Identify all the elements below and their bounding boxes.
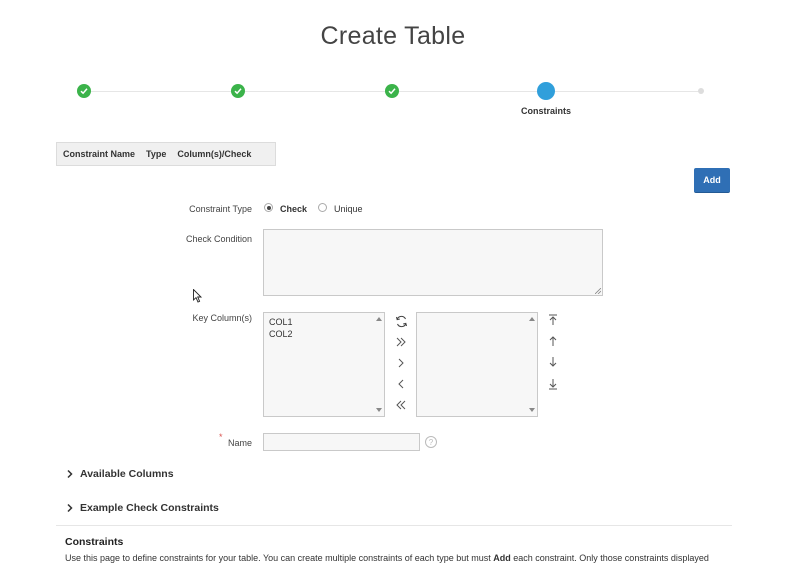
column-header-constraint-name[interactable]: Constraint Name (63, 149, 135, 159)
scroll-down-icon[interactable] (529, 408, 535, 412)
wizard-current-step-label: Constraints (520, 106, 571, 116)
wizard-step-pending (698, 88, 704, 94)
check-condition-textarea[interactable] (263, 229, 603, 296)
wizard-step-2-complete-icon (231, 84, 245, 98)
mouse-cursor-icon (193, 289, 203, 303)
move-left-icon[interactable] (393, 376, 409, 392)
move-all-right-icon[interactable] (393, 334, 409, 350)
available-columns-region-title: Available Columns (80, 468, 174, 480)
reset-icon[interactable] (393, 313, 409, 329)
divider (56, 525, 732, 526)
column-header-columns-check[interactable]: Column(s)/Check (177, 149, 251, 159)
listbox-scrollbar[interactable] (527, 313, 537, 416)
key-columns-label: Key Column(s) (192, 313, 252, 323)
available-columns-region-toggle[interactable]: Available Columns (65, 468, 174, 480)
move-down-icon[interactable] (545, 354, 561, 370)
help-section-title: Constraints (65, 536, 124, 548)
scroll-up-icon[interactable] (529, 317, 535, 321)
constraint-type-unique-radio[interactable] (318, 203, 327, 212)
wizard-step-current (537, 82, 555, 100)
constraints-report-header: Constraint Name Type Column(s)/Check (56, 142, 276, 166)
wizard-step-1-complete-icon (77, 84, 91, 98)
help-text-bold: Add (493, 553, 511, 563)
constraint-type-unique-label[interactable]: Unique (334, 204, 363, 214)
wizard-step-3-complete-icon (385, 84, 399, 98)
page-title: Create Table (320, 22, 466, 50)
selected-columns-listbox[interactable] (416, 312, 538, 417)
example-check-constraints-region-toggle[interactable]: Example Check Constraints (65, 502, 219, 514)
help-icon[interactable]: ? (425, 436, 437, 448)
move-bottom-icon[interactable] (545, 376, 561, 392)
name-input[interactable] (263, 433, 420, 451)
constraint-type-check-label[interactable]: Check (280, 204, 307, 214)
column-header-type[interactable]: Type (146, 149, 166, 159)
help-text-part: each constraint. Only those constraints … (510, 553, 709, 563)
scroll-up-icon[interactable] (376, 317, 382, 321)
chevron-right-icon (67, 469, 73, 479)
resize-handle-icon[interactable] (595, 288, 601, 294)
list-item[interactable]: COL1 (264, 316, 384, 328)
example-check-constraints-region-title: Example Check Constraints (80, 502, 219, 514)
list-item[interactable]: COL2 (264, 328, 384, 340)
available-columns-listbox[interactable]: COL1 COL2 (263, 312, 385, 417)
scroll-down-icon[interactable] (376, 408, 382, 412)
listbox-scrollbar[interactable] (374, 313, 384, 416)
add-button[interactable]: Add (694, 168, 730, 193)
name-label: Name (227, 438, 252, 448)
move-all-left-icon[interactable] (393, 397, 409, 413)
move-top-icon[interactable] (545, 312, 561, 328)
radio-selected-dot (266, 205, 271, 210)
move-up-icon[interactable] (545, 333, 561, 349)
chevron-right-icon (67, 503, 73, 513)
constraint-type-check-radio[interactable] (264, 203, 273, 212)
check-condition-label: Check Condition (185, 234, 252, 244)
help-text-part: Use this page to define constraints for … (65, 553, 494, 563)
help-section-text: Use this page to define constraints for … (65, 553, 765, 563)
move-right-icon[interactable] (393, 355, 409, 371)
constraint-type-label: Constraint Type (189, 204, 252, 214)
